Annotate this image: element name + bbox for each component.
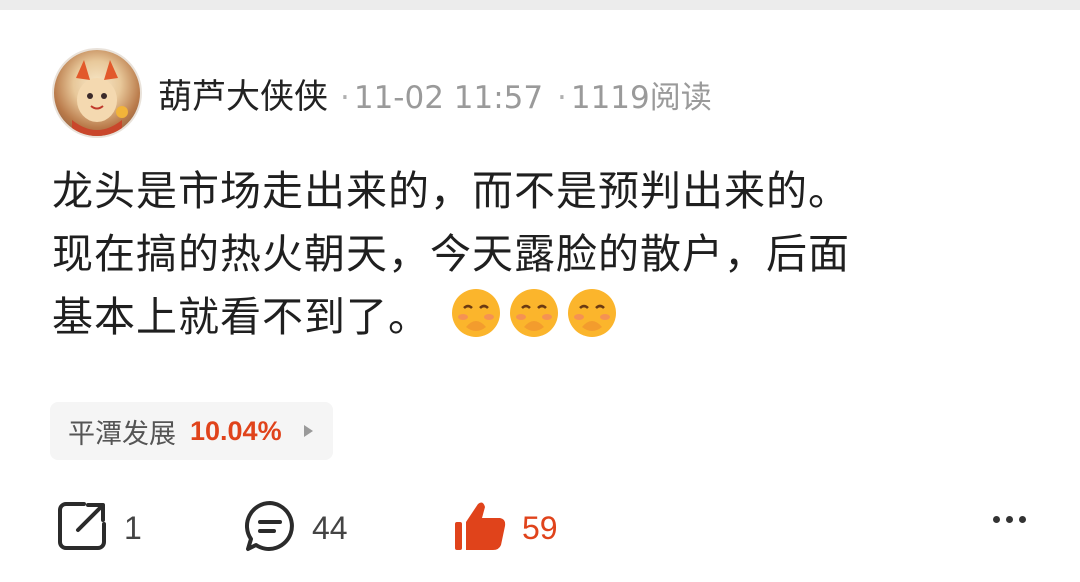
post-content[interactable]: 龙头是市场走出来的，而不是预判出来的。 现在搞的热火朝天，今天露脸的散户，后面 … (52, 160, 1042, 349)
post-datetime: 11-02 11:57 (353, 79, 544, 116)
like-count: 59 (522, 509, 558, 546)
post-views: 1119阅读 (570, 79, 712, 116)
avatar[interactable] (52, 48, 142, 138)
blushing-laugh-emoji-icon (508, 287, 560, 339)
post-header: 葫芦大侠侠 · 11-02 11:57 · 1119阅读 (52, 48, 712, 138)
post-meta: · 11-02 11:57 · 1119阅读 (336, 72, 712, 117)
post-content-line: 龙头是市场走出来的，而不是预判出来的。 (52, 167, 850, 215)
post-content-line-last: 基本上就看不到了。 (52, 286, 1042, 349)
comment-button[interactable]: 44 (242, 496, 348, 560)
blushing-laugh-emoji-icon (450, 287, 502, 339)
action-bar: 1 44 59 (0, 496, 1080, 560)
chevron-right-icon (303, 425, 313, 437)
share-count: 1 (124, 509, 142, 546)
stock-tag[interactable]: 平潭发展 10.04% (50, 402, 333, 460)
thumbs-up-icon (452, 498, 508, 558)
more-dots-icon[interactable] (993, 516, 1026, 523)
like-button[interactable]: 59 (452, 496, 558, 560)
username[interactable]: 葫芦大侠侠 (158, 69, 328, 118)
comment-icon (242, 498, 298, 558)
blushing-laugh-emoji-icon (566, 287, 618, 339)
meta-separator: · (557, 79, 567, 116)
more-dot (993, 516, 1000, 523)
post-content-line: 基本上就看不到了。 (52, 293, 430, 341)
more-dot (1006, 516, 1013, 523)
top-divider (0, 0, 1080, 10)
more-dot (1019, 516, 1026, 523)
share-button[interactable]: 1 (54, 496, 142, 560)
stock-change: 10.04% (190, 415, 282, 446)
stock-name: 平潭发展 (68, 418, 176, 450)
share-icon (54, 498, 110, 558)
comment-count: 44 (312, 509, 348, 546)
meta-separator: · (340, 79, 350, 116)
post-content-line: 现在搞的热火朝天，今天露脸的散户，后面 (52, 230, 850, 278)
